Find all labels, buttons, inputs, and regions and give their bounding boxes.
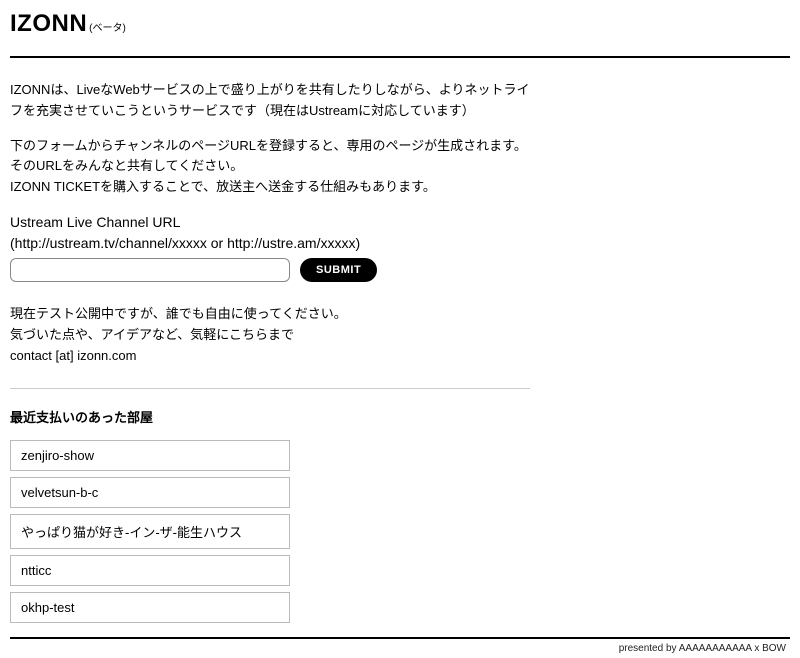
url-label-line1: Ustream Live Channel URL	[10, 212, 790, 233]
channel-url-input[interactable]	[10, 258, 290, 282]
intro-paragraph-1: IZONNは、LiveなWebサービスの上で盛り上がりを共有したりしながら、より…	[10, 80, 530, 122]
room-item[interactable]: zenjiro-show	[10, 440, 290, 471]
site-title-suffix: (ベータ)	[89, 19, 126, 34]
room-item[interactable]: velvetsun-b-c	[10, 477, 290, 508]
room-item[interactable]: やっぱり猫が好き-イン-ザ-能生ハウス	[10, 514, 290, 549]
footer-divider	[10, 637, 790, 639]
url-label-line2: (http://ustream.tv/channel/xxxxx or http…	[10, 233, 790, 254]
room-item[interactable]: ntticc	[10, 555, 290, 586]
room-list: zenjiro-show velvetsun-b-c やっぱり猫が好き-イン-ザ…	[10, 440, 290, 623]
rooms-heading: 最近支払いのあった部屋	[10, 407, 790, 426]
room-item[interactable]: okhp-test	[10, 592, 290, 623]
notice-text: 現在テスト公開中ですが、誰でも自由に使ってください。 気づいた点や、アイデアなど…	[10, 304, 790, 366]
site-title: IZONN	[10, 10, 87, 38]
section-divider	[10, 388, 530, 389]
intro-paragraph-2: 下のフォームからチャンネルのページURLを登録すると、専用のページが生成されます…	[10, 136, 610, 198]
submit-button[interactable]: SUBMIT	[300, 258, 377, 282]
header-divider	[10, 56, 790, 58]
footer-text: presented by AAAAAAAAAAA x BOW	[10, 643, 790, 658]
